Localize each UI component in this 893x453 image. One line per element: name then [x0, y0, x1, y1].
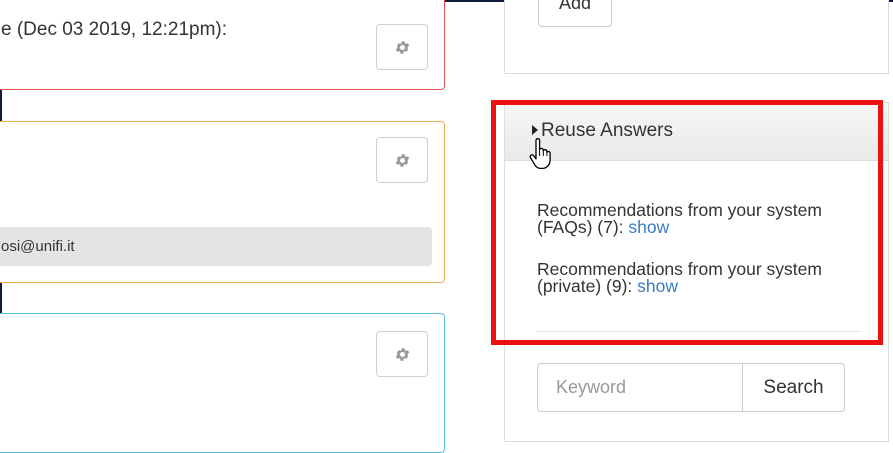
gear-icon [395, 153, 409, 167]
note-card-red: e (Dec 03 2019, 12:21pm): [0, 0, 445, 90]
settings-button[interactable] [376, 137, 428, 183]
show-faqs-link[interactable]: show [628, 217, 669, 237]
recommendation-faqs: Recommendations from your system (FAQs) … [537, 200, 837, 237]
settings-button[interactable] [376, 331, 428, 377]
gear-icon [395, 347, 409, 361]
note-timestamp-text: e (Dec 03 2019, 12:21pm): [1, 19, 228, 40]
note-card-orange: osi@unifi.it [0, 121, 445, 283]
search-button[interactable]: Search [742, 363, 845, 412]
divider [537, 331, 861, 332]
add-panel: Add [504, 0, 889, 74]
recommendation-text: Recommendations from your system (privat… [537, 259, 822, 296]
reuse-answers-panel: Reuse Answers Recommendations from your … [504, 102, 889, 442]
caret-right-icon [532, 125, 538, 135]
show-private-link[interactable]: show [637, 276, 678, 296]
keyword-search-input[interactable]: Keyword [537, 363, 743, 412]
recommendation-private: Recommendations from your system (privat… [537, 259, 837, 296]
gear-icon [395, 40, 409, 54]
hand-pointer-icon [529, 138, 551, 170]
reuse-answers-toggle[interactable]: Reuse Answers [505, 103, 888, 161]
reuse-answers-title: Reuse Answers [541, 120, 674, 141]
recommendation-text: Recommendations from your system (FAQs) … [537, 200, 822, 237]
note-card-blue [0, 313, 445, 453]
add-button[interactable]: Add [538, 0, 612, 27]
settings-button[interactable] [376, 24, 428, 70]
email-field: osi@unifi.it [0, 227, 432, 266]
